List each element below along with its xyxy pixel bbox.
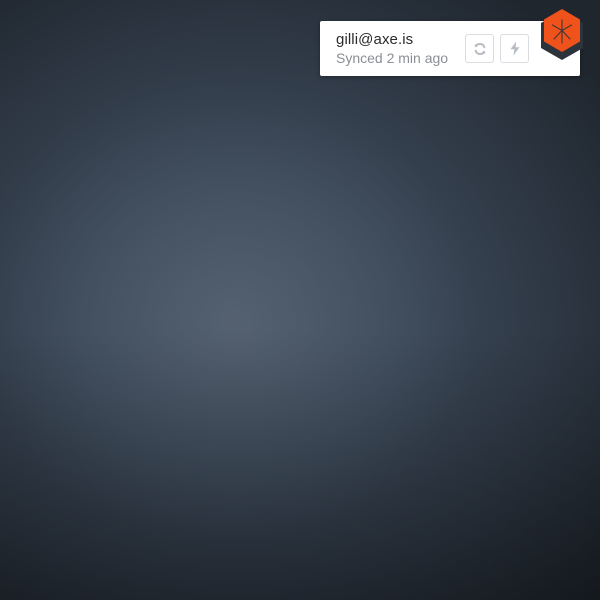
sync-icon <box>473 42 487 56</box>
hexagon-logo-icon[interactable] <box>539 8 585 60</box>
account-email: gilli@axe.is <box>336 31 414 48</box>
lightning-icon <box>509 41 521 56</box>
desktop-background: gilli@axe.is Synced 2 min ago <box>0 0 600 600</box>
power-button[interactable] <box>500 34 529 63</box>
sync-button[interactable] <box>465 34 494 63</box>
sync-status-text: Synced 2 min ago <box>336 50 449 66</box>
